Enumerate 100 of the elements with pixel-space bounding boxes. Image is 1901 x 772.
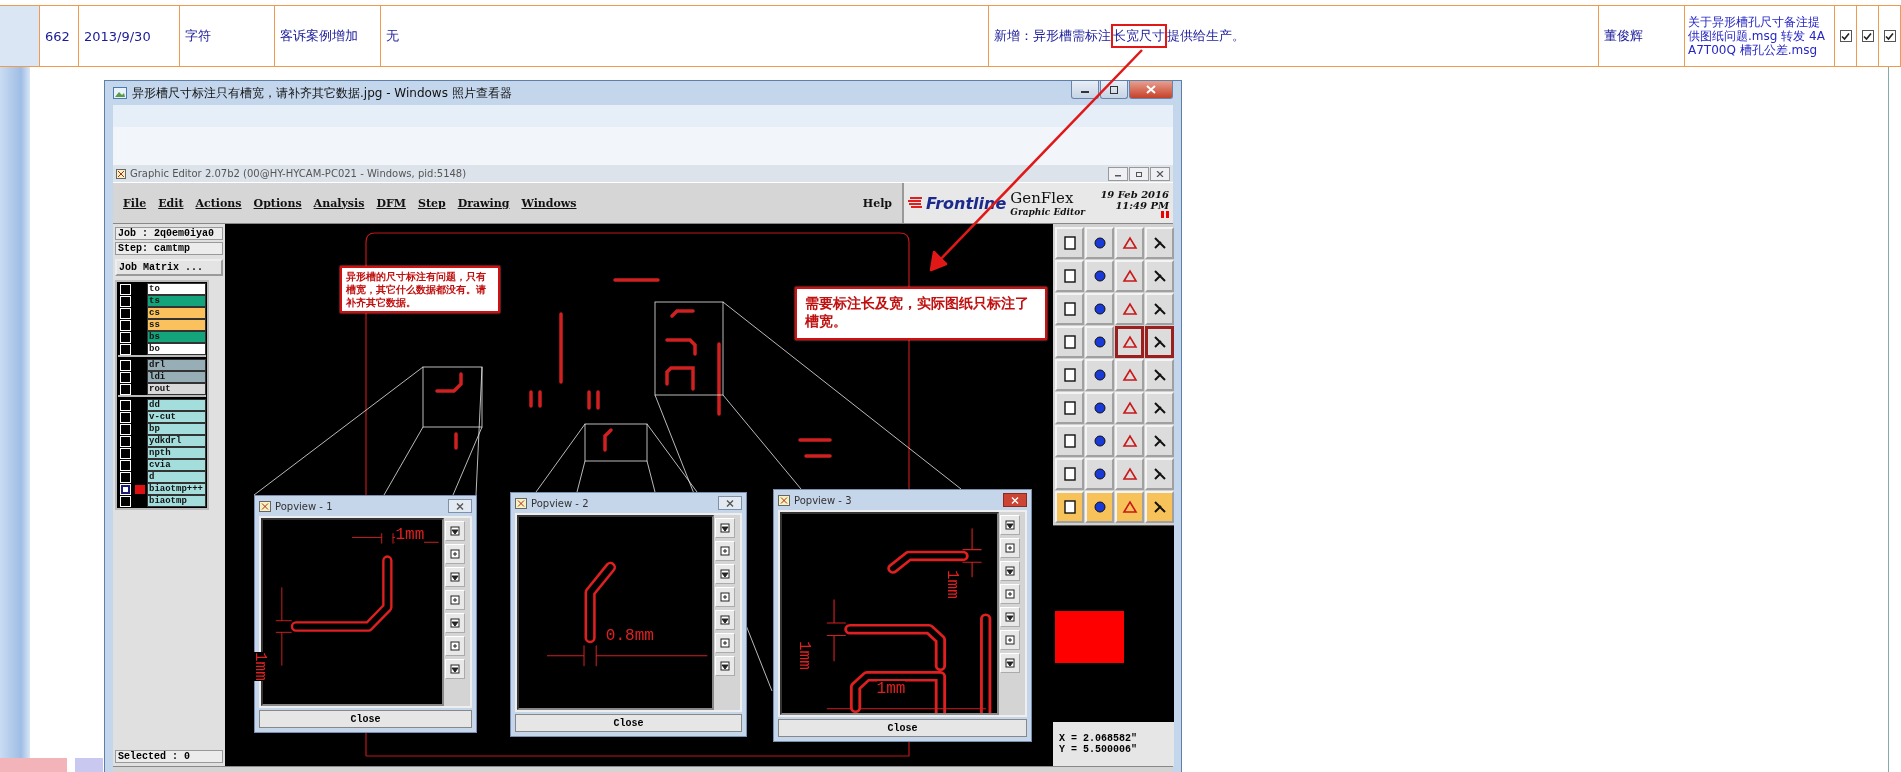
layer-checkbox[interactable] <box>120 459 131 471</box>
menu-item[interactable]: Analysis <box>313 196 365 210</box>
date-cell: 2013/9/30 <box>79 6 180 66</box>
view-tool-button[interactable] <box>445 567 465 587</box>
checkbox[interactable] <box>1883 30 1896 42</box>
menu-item[interactable]: Edit <box>158 196 184 210</box>
layer-name[interactable]: drl <box>147 359 206 371</box>
board-preview <box>1055 611 1124 663</box>
close-button[interactable]: Close <box>515 714 742 732</box>
layer-name[interactable]: cs <box>147 307 206 319</box>
layer-checkbox[interactable] <box>120 359 131 371</box>
remark-cell: 无 <box>381 6 989 66</box>
view-tool-button[interactable] <box>445 613 465 633</box>
layer-checkbox[interactable] <box>120 343 131 355</box>
app-icon <box>116 168 126 179</box>
close-button[interactable] <box>1150 166 1170 181</box>
close-button[interactable]: Close <box>778 719 1027 737</box>
view-tool-button[interactable] <box>715 518 735 538</box>
layer-checkbox[interactable] <box>120 435 131 447</box>
image-icon <box>113 87 127 99</box>
attachment-link[interactable]: 关于异形槽孔尺寸备注提供图纸问题.msg 转发 4AA7T00Q 槽孔公差.msg <box>1688 15 1831 57</box>
help-menu[interactable]: Help <box>862 196 892 210</box>
layer-name[interactable]: bp <box>147 423 206 435</box>
close-button[interactable] <box>1129 81 1173 99</box>
layer-name[interactable]: to <box>147 283 206 295</box>
view-tool-button[interactable] <box>1000 607 1020 627</box>
coordinate-readout: X = 2.068582" <box>1059 733 1138 744</box>
layer-checkbox[interactable] <box>120 447 131 459</box>
view-tool-button[interactable] <box>445 521 465 541</box>
tool-button[interactable] <box>1115 326 1144 358</box>
view-tool-button[interactable] <box>715 656 735 676</box>
layer-checkbox[interactable] <box>120 307 131 319</box>
view-tool-button[interactable] <box>1000 515 1020 535</box>
slot-pair <box>529 390 542 408</box>
layer-checkbox[interactable] <box>120 331 131 343</box>
layer-checkbox[interactable] <box>120 495 131 507</box>
triangle-icon <box>1120 399 1139 417</box>
view-tool-button[interactable] <box>1000 653 1020 673</box>
layer-name[interactable]: npth <box>147 447 206 459</box>
layer-checkbox[interactable] <box>120 423 131 435</box>
checkbox[interactable] <box>1839 30 1852 42</box>
layer-checkbox[interactable] <box>120 283 131 295</box>
layer-name[interactable]: rout <box>147 383 206 395</box>
window-title: Popview - 1 <box>275 500 333 512</box>
triangle-icon <box>1120 465 1139 483</box>
layer-name[interactable]: dd <box>147 399 206 411</box>
layer-checkbox[interactable] <box>120 371 131 383</box>
window-title: 异形槽尺寸标注只有槽宽，请补齐其它数据.jpg - Windows 照片查看器 <box>132 84 512 102</box>
close-button[interactable]: Close <box>259 710 472 728</box>
checkbox[interactable] <box>1861 30 1874 42</box>
menu-item[interactable]: Drawing <box>457 196 510 210</box>
triangle-icon <box>1120 267 1139 285</box>
layer-checkbox[interactable] <box>120 411 131 423</box>
view-tool-button[interactable] <box>715 610 735 630</box>
layer-checkbox[interactable] <box>120 319 131 331</box>
zoom-icon <box>1004 657 1016 669</box>
layer-checkbox[interactable] <box>120 471 131 483</box>
layer-name[interactable]: ss <box>147 319 206 331</box>
layer-checkbox[interactable] <box>120 399 131 411</box>
layer-name[interactable]: biaotmp <box>147 495 206 507</box>
zoom-icon <box>719 614 731 626</box>
layer-name[interactable]: ldi <box>147 371 206 383</box>
layer-name[interactable]: biaotmp+++ <box>147 483 206 495</box>
menu-item[interactable]: Options <box>253 196 302 210</box>
restore-button[interactable] <box>1129 166 1149 181</box>
close-button[interactable] <box>718 496 742 510</box>
layer-name[interactable]: ts <box>147 295 206 307</box>
zoom-icon <box>1004 588 1016 600</box>
layer-name[interactable]: cvia <box>147 459 206 471</box>
layer-checkbox[interactable] <box>120 295 131 307</box>
layer-name[interactable]: bs <box>147 331 206 343</box>
time-text: 11:49 PM <box>1115 199 1169 211</box>
layer-name[interactable]: d <box>147 471 206 483</box>
menu-item[interactable]: File <box>123 196 147 210</box>
type-cell: 客诉案例增加 <box>275 6 381 66</box>
taskbar-tile[interactable] <box>0 758 67 772</box>
layer-name[interactable]: ydkdrl <box>147 435 206 447</box>
tool-button[interactable] <box>1145 326 1174 358</box>
job-matrix-button[interactable]: Job Matrix ... <box>115 259 223 276</box>
row-number: 662 <box>40 6 79 66</box>
triangle-icon <box>1120 366 1139 384</box>
view-tool-button[interactable] <box>1000 561 1020 581</box>
zoom-icon <box>719 660 731 672</box>
view-tool-button[interactable] <box>715 564 735 584</box>
layer-checkbox[interactable] <box>120 483 131 495</box>
view-tool-button[interactable] <box>445 659 465 679</box>
menu-item[interactable]: Windows <box>521 196 577 210</box>
layer-checkbox[interactable] <box>120 383 131 395</box>
close-button[interactable] <box>1003 493 1027 507</box>
menu-item[interactable]: Step <box>417 196 446 210</box>
taskbar-tile[interactable] <box>75 758 103 772</box>
zoom-icon <box>449 663 461 675</box>
minimize-button[interactable] <box>1071 81 1099 99</box>
menu-item[interactable]: Actions <box>195 196 242 210</box>
layer-name[interactable]: bo <box>147 343 206 355</box>
menu-item[interactable]: DFM <box>376 196 406 210</box>
maximize-button[interactable] <box>1100 81 1128 99</box>
layer-name[interactable]: v-cut <box>147 411 206 423</box>
close-button[interactable] <box>448 499 472 513</box>
zoom-icon <box>1004 634 1016 646</box>
